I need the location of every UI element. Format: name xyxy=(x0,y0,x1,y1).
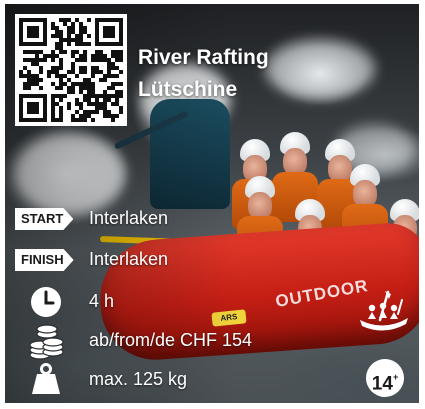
clock-icon xyxy=(31,287,61,317)
age-number: 14 xyxy=(371,373,393,395)
finish-location: Interlaken xyxy=(89,249,169,269)
start-tag: START xyxy=(15,208,73,230)
qr-code[interactable] xyxy=(15,14,127,126)
water-splash xyxy=(265,39,375,99)
age-badge: 14+ xyxy=(366,359,404,397)
coins-icon xyxy=(29,324,64,360)
duration-text: 4 h xyxy=(89,291,115,311)
raft-icon xyxy=(360,290,408,331)
qr-code-icon xyxy=(19,18,123,122)
activity-card[interactable]: OUTDOOR ARS River Rafting Lütschine STAR… xyxy=(5,4,419,403)
age-plus: + xyxy=(392,372,399,382)
activity-title-line2: Lütschine xyxy=(138,78,238,101)
activity-title-line1: River Rafting xyxy=(138,46,269,69)
price-text: ab/from/de CHF 154 xyxy=(89,330,253,350)
weight-text: max. 125 kg xyxy=(89,369,188,389)
finish-tag: FINISH xyxy=(15,249,74,271)
weight-icon xyxy=(32,363,60,394)
start-location: Interlaken xyxy=(89,208,169,228)
